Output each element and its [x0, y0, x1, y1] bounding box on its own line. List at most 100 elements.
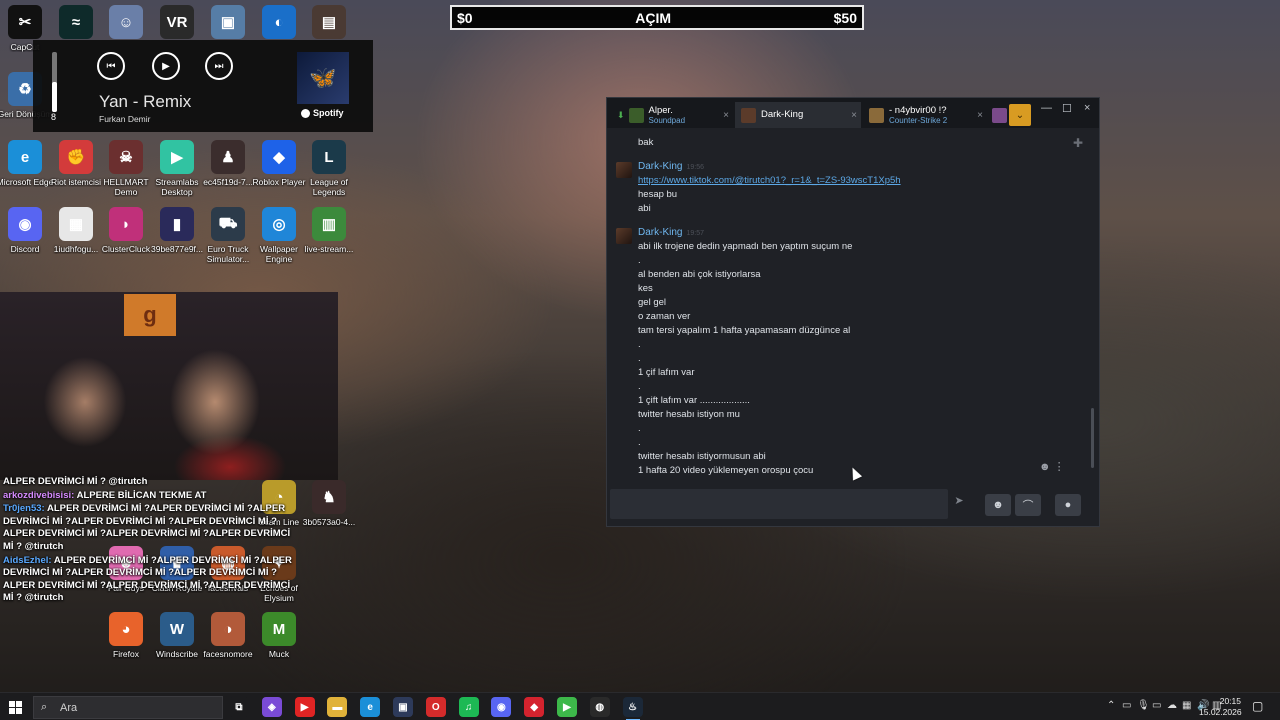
- volume-slider[interactable]: [52, 52, 57, 112]
- file-explorer-taskbar-icon[interactable]: ▬: [327, 697, 348, 717]
- tab-dark-king[interactable]: Dark-King ×: [735, 102, 861, 128]
- desktop-icon[interactable]: ▥ live-stream...: [298, 207, 360, 254]
- message-line: 1 hafta 20 video yüklemeyen orospu çocu: [638, 465, 814, 476]
- message-line: .: [638, 381, 641, 392]
- message-timestamp: 19:56: [686, 164, 704, 171]
- notification-icon[interactable]: ▢: [1252, 699, 1263, 713]
- discord-taskbar-icon[interactable]: ◉: [491, 697, 512, 717]
- youtube-taskbar-icon[interactable]: ▶: [294, 697, 315, 717]
- clock[interactable]: 20:15 15.02.2026: [1199, 696, 1242, 718]
- sender-name[interactable]: Dark-King 19:57: [638, 227, 704, 238]
- message-line: .: [638, 437, 641, 448]
- message-input[interactable]: [610, 489, 948, 519]
- chat-text: ALPERE BİLİCAN TEKME AT: [76, 489, 207, 501]
- maximize-button[interactable]: ☐: [1062, 102, 1072, 115]
- tray-icon[interactable]: ▭: [1152, 700, 1161, 711]
- clock-time: 20:15: [1219, 696, 1241, 706]
- spotify-taskbar-icon[interactable]: ♫: [458, 697, 479, 717]
- steam-taskbar-icon[interactable]: ♨: [622, 697, 643, 720]
- spotify-logo: Spotify: [301, 108, 344, 118]
- goal-start-amount: $0: [457, 9, 473, 26]
- close-tab-icon[interactable]: ×: [723, 110, 729, 121]
- attach-button[interactable]: ⌒: [1015, 494, 1041, 516]
- send-button[interactable]: ➤: [950, 494, 968, 512]
- close-tab-icon[interactable]: ×: [851, 110, 857, 121]
- obs-taskbar-icon[interactable]: ◍: [589, 697, 610, 717]
- app-icon: M: [262, 612, 296, 646]
- desktop-icon[interactable]: ▤: [298, 5, 360, 42]
- message-link[interactable]: https://www.tiktok.com/@tirutch01?_r=1&_…: [638, 175, 901, 186]
- tab-name: - n4ybvir00 !?: [889, 104, 947, 116]
- play-button[interactable]: ▶: [152, 52, 180, 80]
- collapse-tabs-button[interactable]: ⌄: [1009, 104, 1031, 126]
- goal-target-amount: $50: [833, 9, 857, 26]
- voice-chat-button[interactable]: ●: [1055, 494, 1081, 516]
- goal-title: AÇIM: [635, 9, 671, 26]
- message-line: 1 çift lafım var ...................: [638, 395, 750, 406]
- desktop-icon-label: 3b0573a0-4...: [302, 517, 356, 527]
- avatar: [869, 107, 884, 123]
- app-icon: ◕: [109, 612, 143, 646]
- emoticon-button[interactable]: ☻: [985, 494, 1011, 516]
- copilot-taskbar-icon[interactable]: ◈: [261, 697, 282, 717]
- tray-icon[interactable]: ▭: [1122, 700, 1131, 711]
- tray-icon[interactable]: ⌃: [1107, 700, 1115, 711]
- app-icon: ≈: [59, 5, 93, 39]
- tab-n4ybvir00[interactable]: - n4ybvir00 !? Counter-Strike 2 ×: [863, 102, 987, 128]
- media-flyout: 8 ⏮ ▶ ⏭ Yan - Remix Furkan Demir 🦋 Spoti…: [33, 40, 373, 132]
- desktop-icon[interactable]: M Muck: [248, 612, 310, 659]
- chat-message: arkozdivebisisi: ALPERE BİLİCAN TEKME AT: [3, 490, 303, 503]
- minimize-button[interactable]: —: [1041, 102, 1052, 114]
- sender-avatar[interactable]: [616, 162, 632, 178]
- message-line: abi: [638, 203, 651, 214]
- desktop-icon-label: Muck: [268, 649, 290, 659]
- message-reaction-icons[interactable]: ☻ ⋮: [1039, 460, 1065, 473]
- tab-overflow[interactable]: [989, 102, 1009, 128]
- voice-icon: ⬇: [617, 109, 625, 120]
- message-line: .: [638, 353, 641, 364]
- sender-name[interactable]: Dark-King 19:56: [638, 161, 704, 172]
- webcam-feed: g: [0, 292, 338, 480]
- close-button[interactable]: ×: [1084, 102, 1090, 114]
- spotify-label: Spotify: [313, 108, 344, 118]
- app-icon: W: [160, 612, 194, 646]
- desktop-icon[interactable]: ♞ 3b0573a0-4...: [298, 480, 360, 527]
- task-view-taskbar-icon[interactable]: ⧉: [229, 697, 249, 717]
- app-green-taskbar-icon[interactable]: ▶: [557, 697, 577, 717]
- message-line: twitter hesabı istiyormusun abi: [638, 451, 766, 462]
- message-line: gel gel: [638, 297, 666, 308]
- previous-track-button[interactable]: ⏮: [97, 52, 125, 80]
- search-box[interactable]: ⌕ Ara: [33, 696, 223, 719]
- message-history[interactable]: bak Dark-King 19:56 https://www.tiktok.com/…: [607, 128, 1091, 483]
- app-icon: ▦: [59, 207, 93, 241]
- desktop-icon-label: live-stream...: [304, 244, 354, 254]
- app-red-taskbar-icon[interactable]: ◆: [524, 697, 545, 717]
- app-icon: ✂: [8, 5, 42, 39]
- next-track-button[interactable]: ⏭: [205, 52, 233, 80]
- tab-status: Counter-Strike 2: [889, 115, 948, 125]
- sender-name-text: Dark-King: [638, 161, 683, 172]
- tab-alper[interactable]: ⬇ Alper. Soundpad ×: [611, 102, 733, 128]
- app-icon: L: [312, 140, 346, 174]
- edge-taskbar-icon[interactable]: e: [360, 697, 381, 717]
- app-icon: ♞: [312, 480, 346, 514]
- tray-icon[interactable]: ▦: [1182, 700, 1191, 711]
- volume-level: [52, 82, 57, 112]
- message-line: bak: [638, 137, 654, 148]
- app-icon: VR: [160, 5, 194, 39]
- track-title: Yan - Remix: [99, 92, 192, 111]
- tray-icon[interactable]: 🎙: [1137, 700, 1150, 711]
- tab-status: Soundpad: [648, 115, 686, 125]
- close-tab-icon[interactable]: ×: [977, 110, 983, 121]
- message-line: kes: [638, 283, 653, 294]
- chat-message: AidsEzhel: ALPER DEVRİMCİ Mİ ?ALPER DEVR…: [3, 555, 303, 605]
- sender-avatar[interactable]: [616, 228, 632, 244]
- tray-icon[interactable]: ☁: [1167, 700, 1177, 711]
- opera-taskbar-icon[interactable]: O: [425, 697, 446, 717]
- desktop-icon[interactable]: L League of Legends: [298, 140, 360, 197]
- start-button[interactable]: [9, 701, 22, 714]
- message-scrollbar[interactable]: [1091, 408, 1094, 468]
- chat-username: arkozdivebisisi:: [3, 489, 77, 501]
- wall-sign: g: [124, 294, 176, 336]
- app-dark-taskbar-icon[interactable]: ▣: [393, 697, 413, 717]
